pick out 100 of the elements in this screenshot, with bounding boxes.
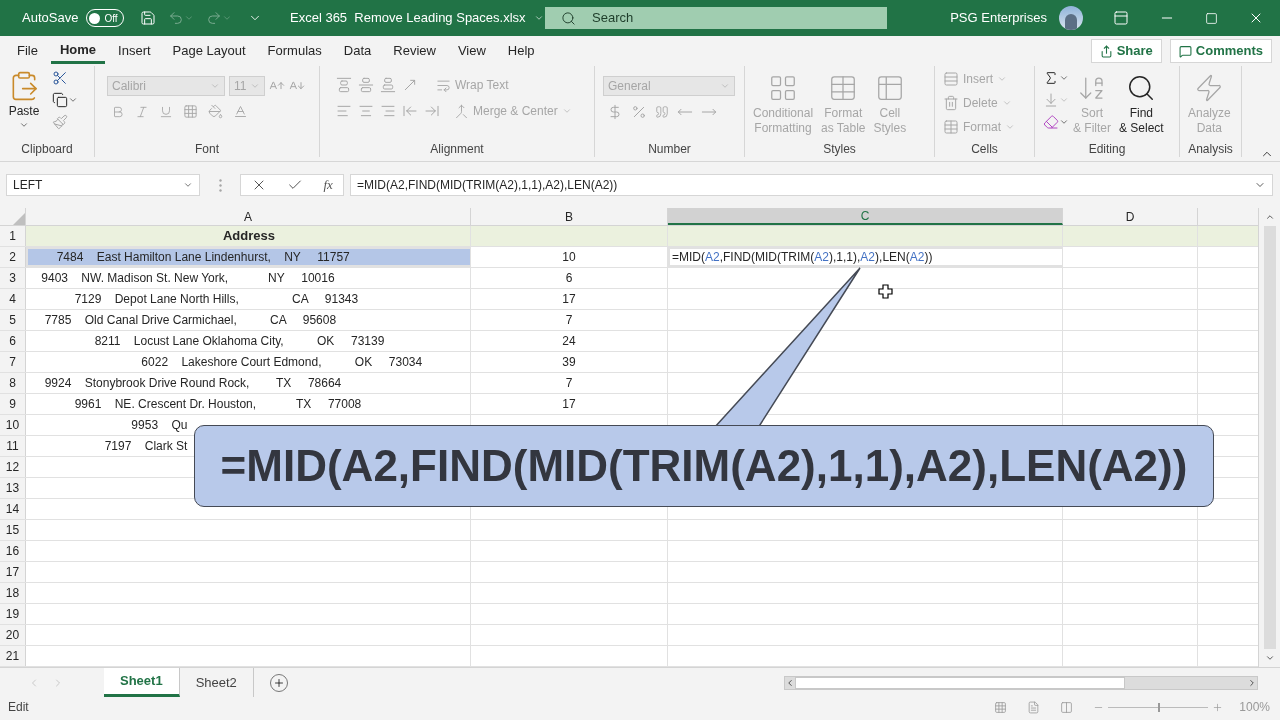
fill-icon[interactable] bbox=[1043, 92, 1059, 108]
ribbon-tab[interactable]: Data bbox=[334, 38, 381, 64]
caret-icon bbox=[997, 74, 1007, 84]
row-header[interactable]: 19 bbox=[0, 604, 26, 624]
redo-icon[interactable] bbox=[206, 10, 223, 26]
account-name: PSG Enterprises bbox=[950, 9, 1047, 28]
editing-button[interactable]: Find & Select bbox=[1115, 66, 1168, 141]
caret-icon bbox=[1059, 117, 1069, 127]
zoom-in-icon[interactable] bbox=[1212, 701, 1224, 713]
formula-input[interactable]: =MID(A2,FIND(MID(TRIM(A2),1,1),A2),LEN(A2)) bbox=[350, 174, 1273, 196]
zoom-slider-thumb[interactable] bbox=[1158, 702, 1161, 712]
caret-icon bbox=[1001, 98, 1012, 108]
paste-button[interactable]: Paste bbox=[4, 66, 44, 141]
cell-text: 7484 East Hamilton Lane Lindenhurst, NY 11757 bbox=[55, 249, 350, 266]
group-label: Cells bbox=[971, 141, 998, 158]
align-right-icon[interactable] bbox=[380, 103, 396, 119]
italic-icon[interactable] bbox=[135, 104, 149, 119]
ribbon-tab[interactable]: Formulas bbox=[258, 38, 331, 64]
borders-icon[interactable] bbox=[183, 104, 198, 119]
normal-view-icon[interactable] bbox=[994, 700, 1008, 714]
maximize-icon[interactable] bbox=[1205, 11, 1218, 25]
format-painter-icon[interactable] bbox=[52, 114, 68, 130]
horizontal-scrollbar[interactable] bbox=[784, 675, 1258, 690]
row-header[interactable]: 18 bbox=[0, 583, 26, 603]
column-header[interactable]: D bbox=[1063, 208, 1198, 225]
row-header[interactable]: 15 bbox=[0, 520, 26, 540]
page-break-icon[interactable] bbox=[1060, 700, 1074, 714]
avatar[interactable] bbox=[1059, 6, 1083, 30]
copy-icon[interactable] bbox=[52, 92, 68, 108]
align-left-icon[interactable] bbox=[336, 103, 352, 119]
eraser-icon[interactable] bbox=[1043, 114, 1059, 130]
ribbon-tab[interactable]: Help bbox=[498, 38, 544, 64]
vertical-scrollbar[interactable] bbox=[1258, 208, 1280, 667]
cell-text: 17 bbox=[562, 291, 576, 308]
caret-icon bbox=[533, 13, 544, 23]
row-header[interactable]: 1 bbox=[0, 226, 26, 246]
row-header[interactable]: 13 bbox=[0, 478, 26, 498]
row-header[interactable]: 11 bbox=[0, 436, 26, 456]
font-color-icon[interactable] bbox=[233, 104, 248, 119]
comma-icon[interactable] bbox=[655, 105, 669, 119]
align-bottom-icon[interactable] bbox=[380, 77, 396, 93]
align-middle-icon[interactable] bbox=[358, 77, 374, 93]
orientation-icon[interactable] bbox=[402, 77, 418, 93]
increase-indent-icon[interactable] bbox=[424, 103, 440, 119]
cell-text: 7197 Clark St bbox=[103, 438, 188, 455]
ribbon-tab[interactable]: Review bbox=[384, 38, 445, 64]
percent-icon[interactable] bbox=[631, 104, 647, 120]
insert-function-button[interactable]: fx bbox=[323, 175, 333, 195]
file-name[interactable]: Excel 365 Remove Leading Spaces.xlsx bbox=[290, 8, 545, 28]
column-header[interactable]: A bbox=[26, 208, 471, 225]
ribbon-tab[interactable]: View bbox=[448, 38, 495, 64]
cell-text: 39 bbox=[562, 354, 576, 371]
underline-icon[interactable] bbox=[159, 104, 173, 119]
merge-icon bbox=[454, 103, 469, 119]
share-button[interactable]: Share bbox=[1090, 39, 1162, 63]
row-header[interactable]: 14 bbox=[0, 499, 26, 519]
group-label: Analysis bbox=[1188, 141, 1233, 158]
row-header[interactable]: 7 bbox=[0, 352, 26, 372]
autosum-icon[interactable] bbox=[1043, 70, 1059, 86]
bold-icon[interactable] bbox=[111, 104, 125, 119]
row-header[interactable]: 12 bbox=[0, 457, 26, 477]
ribbon-display-icon[interactable] bbox=[1113, 10, 1129, 26]
row-header[interactable]: 10 bbox=[0, 415, 26, 435]
grip-icon[interactable] bbox=[218, 178, 222, 192]
save-icon[interactable] bbox=[140, 10, 157, 26]
column-header[interactable]: C bbox=[668, 208, 1063, 225]
row-header[interactable]: 9 bbox=[0, 394, 26, 414]
cell-text: Address bbox=[222, 227, 275, 246]
row-header[interactable]: 8 bbox=[0, 373, 26, 393]
row-header[interactable]: 4 bbox=[0, 289, 26, 309]
name-box[interactable]: LEFT bbox=[6, 174, 200, 196]
align-top-icon[interactable] bbox=[336, 77, 352, 93]
ribbon-tab[interactable]: Page Layout bbox=[163, 38, 255, 64]
comments-button[interactable]: Comments bbox=[1169, 39, 1272, 63]
fill-color-icon[interactable] bbox=[208, 104, 223, 119]
row-header[interactable]: 3 bbox=[0, 268, 26, 288]
caret-icon bbox=[720, 81, 730, 91]
decrease-indent-icon[interactable] bbox=[402, 103, 418, 119]
ribbon-tab[interactable]: Home bbox=[50, 38, 106, 64]
group-label: Editing bbox=[1088, 141, 1126, 158]
search-field[interactable]: Search bbox=[545, 7, 887, 29]
ribbon-tab[interactable]: Insert bbox=[109, 38, 160, 64]
row-header[interactable]: 17 bbox=[0, 562, 26, 582]
page-layout-icon[interactable] bbox=[1027, 700, 1041, 714]
ribbon-tab[interactable]: File bbox=[8, 38, 47, 64]
row-header[interactable]: 16 bbox=[0, 541, 26, 561]
zoom-slider[interactable] bbox=[1108, 702, 1209, 712]
row-header[interactable]: 2 bbox=[0, 247, 26, 267]
caret-icon bbox=[222, 13, 233, 23]
row-header[interactable]: 21 bbox=[0, 646, 26, 666]
cut-icon[interactable] bbox=[52, 70, 68, 86]
sheet-tab[interactable]: Sheet1 bbox=[104, 668, 180, 697]
currency-icon[interactable] bbox=[607, 104, 623, 120]
row-header[interactable]: 5 bbox=[0, 310, 26, 330]
row-header[interactable]: 20 bbox=[0, 625, 26, 645]
trash-icon bbox=[943, 95, 959, 111]
share-icon bbox=[1099, 44, 1113, 58]
undo-icon[interactable] bbox=[168, 10, 185, 26]
row-header[interactable]: 6 bbox=[0, 331, 26, 351]
align-center-icon[interactable] bbox=[358, 103, 374, 119]
